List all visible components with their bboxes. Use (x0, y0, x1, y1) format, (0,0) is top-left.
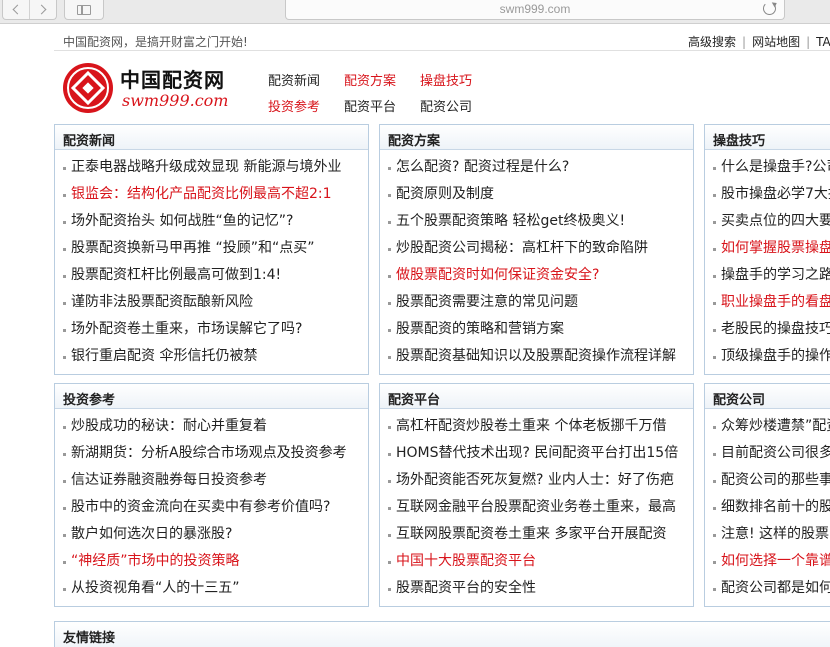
address-url: swm999.com (499, 2, 571, 16)
list-item[interactable]: 目前配资公司很多 (713, 440, 830, 467)
list-item[interactable]: 高杠杆配资炒股卷土重来 个体老板挪千万借 (388, 413, 693, 440)
list-item[interactable]: 买卖点位的四大要 (713, 208, 830, 235)
list-item[interactable]: 股市操盘必学7大技 (713, 181, 830, 208)
list-item[interactable]: 如何选择一个靠谱 (713, 548, 830, 575)
panel-title[interactable]: 配资平台 (380, 384, 693, 409)
platform-list: 高杠杆配资炒股卷土重来 个体老板挪千万借 HOMS替代技术出现? 民间配资平台打… (380, 409, 693, 602)
top-link-separator: | (742, 35, 747, 49)
panel-peizi-news: 配资新闻 正泰电器战略升级成效显现 新能源与境外业 银监会：结构化产品配资比例最… (54, 124, 369, 375)
list-item[interactable]: 谨防非法股票配资酝酿新风险 (63, 289, 368, 316)
logo-site-url: swm999.com (122, 91, 229, 110)
list-item[interactable]: 配资原则及制度 (388, 181, 693, 208)
list-item[interactable]: 怎么配资? 配资过程是什么? (388, 154, 693, 181)
list-item[interactable]: 互联网股票配资卷土重来 多家平台开展配资 (388, 521, 693, 548)
list-item[interactable]: 顶级操盘手的操作 (713, 343, 830, 370)
list-item[interactable]: 股票配资平台的安全性 (388, 575, 693, 602)
chevron-left-icon (12, 4, 23, 15)
list-item[interactable]: 职业操盘手的看盘 (713, 289, 830, 316)
list-item[interactable]: 中国十大股票配资平台 (388, 548, 693, 575)
list-item[interactable]: 股市中的资金流向在买卖中有参考价值吗? (63, 494, 368, 521)
advanced-search-link[interactable]: 高级搜索 (688, 35, 736, 49)
list-item[interactable]: 炒股成功的秘诀：耐心并重复着 (63, 413, 368, 440)
nav-trading-tips[interactable]: 操盘技巧 (420, 70, 472, 89)
list-item[interactable]: 场外配资抬头 如何战胜“鱼的记忆”? (63, 208, 368, 235)
reload-icon[interactable] (763, 2, 776, 15)
list-item[interactable]: 股票配资需要注意的常见问题 (388, 289, 693, 316)
sidebar-toggle-button[interactable] (64, 0, 104, 20)
list-item[interactable]: “神经质”市场中的投资策略 (63, 548, 368, 575)
reference-list: 炒股成功的秘诀：耐心并重复着 新湖期货：分析A股综合市场观点及投资参考 信达证券… (55, 409, 368, 602)
panel-title[interactable]: 投资参考 (55, 384, 368, 409)
panel-peizi-plan: 配资方案 怎么配资? 配资过程是什么? 配资原则及制度 五个股票配资策略 轻松g… (379, 124, 694, 375)
address-bar[interactable]: swm999.com (285, 0, 785, 20)
history-nav (2, 0, 57, 20)
logo-site-name: 中国配资网 (120, 68, 225, 92)
list-item[interactable]: 股票配资换新马甲再推 “投顾”和“点买” (63, 235, 368, 262)
list-item[interactable]: 信达证券融资融券每日投资参考 (63, 467, 368, 494)
browser-toolbar: swm999.com (0, 0, 830, 24)
site-logo[interactable]: 中国配资网 swm999.com (62, 60, 242, 116)
list-item[interactable]: 老股民的操盘技巧 (713, 316, 830, 343)
list-item[interactable]: 银行重启配资 伞形信托仍被禁 (63, 343, 368, 370)
list-item[interactable]: 注意! 这样的股票 (713, 521, 830, 548)
sidebar-icon (77, 4, 91, 15)
chevron-right-icon (36, 4, 47, 15)
panel-peizi-platform: 配资平台 高杠杆配资炒股卷土重来 个体老板挪千万借 HOMS替代技术出现? 民间… (379, 383, 694, 607)
nav-peizi-news[interactable]: 配资新闻 (268, 70, 320, 89)
list-item[interactable]: 银监会：结构化产品配资比例最高不超2:1 (63, 181, 368, 208)
nav-peizi-company[interactable]: 配资公司 (420, 96, 472, 115)
plan-list: 怎么配资? 配资过程是什么? 配资原则及制度 五个股票配资策略 轻松get终极奥… (380, 150, 693, 370)
tips-list: 什么是操盘手?公司 股市操盘必学7大技 买卖点位的四大要 如何掌握股票操盘 操盘… (705, 150, 830, 370)
list-item[interactable]: 配资公司的那些事 (713, 467, 830, 494)
list-item[interactable]: 做股票配资时如何保证资金安全? (388, 262, 693, 289)
list-item[interactable]: 众筹炒楼遭禁”配资 (713, 413, 830, 440)
list-item[interactable]: 场外配资能否死灰复燃? 业内人士：好了伤疤 (388, 467, 693, 494)
company-list: 众筹炒楼遭禁”配资 目前配资公司很多 配资公司的那些事 细数排名前十的股 注意!… (705, 409, 830, 602)
panel-title[interactable]: 配资方案 (380, 125, 693, 150)
nav-investment-reference[interactable]: 投资参考 (268, 96, 320, 115)
list-item[interactable]: 正泰电器战略升级成效显现 新能源与境外业 (63, 154, 368, 181)
coin-logo-icon (63, 63, 113, 113)
news-list: 正泰电器战略升级成效显现 新能源与境外业 银监会：结构化产品配资比例最高不超2:… (55, 150, 368, 370)
list-item[interactable]: 什么是操盘手?公司 (713, 154, 830, 181)
list-item[interactable]: 新湖期货：分析A股综合市场观点及投资参考 (63, 440, 368, 467)
list-item[interactable]: HOMS替代技术出现? 民间配资平台打出15倍 (388, 440, 693, 467)
top-links: 高级搜索 | 网站地图 | TA (688, 33, 830, 50)
sitemap-link[interactable]: 网站地图 (752, 35, 800, 49)
site-slogan: 中国配资网，是搞开财富之门开始! (63, 35, 248, 49)
list-item[interactable]: 互联网金融平台股票配资业务卷土重来，最高 (388, 494, 693, 521)
list-item[interactable]: 操盘手的学习之路 (713, 262, 830, 289)
friend-links-title: 友情链接 (63, 631, 116, 646)
list-item[interactable]: 从投资视角看“人的十三五” (63, 575, 368, 602)
forward-button[interactable] (29, 0, 56, 19)
list-item[interactable]: 炒股配资公司揭秘：高杠杆下的致命陷阱 (388, 235, 693, 262)
back-button[interactable] (3, 0, 29, 19)
list-item[interactable]: 配资公司都是如何 (713, 575, 830, 602)
list-item[interactable]: 散户如何选次日的暴涨股? (63, 521, 368, 548)
list-item[interactable]: 场外配资卷土重来，市场误解它了吗? (63, 316, 368, 343)
panel-peizi-company: 配资公司 众筹炒楼遭禁”配资 目前配资公司很多 配资公司的那些事 细数排名前十的… (704, 383, 830, 607)
panel-title[interactable]: 配资公司 (705, 384, 830, 409)
nav-peizi-platform[interactable]: 配资平台 (344, 96, 396, 115)
panel-trading-tips: 操盘技巧 什么是操盘手?公司 股市操盘必学7大技 买卖点位的四大要 如何掌握股票… (704, 124, 830, 375)
top-bar: 中国配资网，是搞开财富之门开始! 高级搜索 | 网站地图 | TA (54, 31, 830, 51)
tag-link[interactable]: TA (816, 35, 830, 49)
panel-title[interactable]: 操盘技巧 (705, 125, 830, 150)
list-item[interactable]: 股票配资基础知识以及股票配资操作流程详解 (388, 343, 693, 370)
nav-peizi-plan[interactable]: 配资方案 (344, 70, 396, 89)
list-item[interactable]: 股票配资杠杆比例最高可做到1:4! (63, 262, 368, 289)
panel-title[interactable]: 配资新闻 (55, 125, 368, 150)
panel-investment-reference: 投资参考 炒股成功的秘诀：耐心并重复着 新湖期货：分析A股综合市场观点及投资参考… (54, 383, 369, 607)
list-item[interactable]: 如何掌握股票操盘 (713, 235, 830, 262)
list-item[interactable]: 股票配资的策略和营销方案 (388, 316, 693, 343)
list-item[interactable]: 细数排名前十的股 (713, 494, 830, 521)
list-item[interactable]: 五个股票配资策略 轻松get终极奥义! (388, 208, 693, 235)
top-link-separator: | (806, 35, 811, 49)
friend-links-panel: 友情链接 (54, 621, 830, 647)
